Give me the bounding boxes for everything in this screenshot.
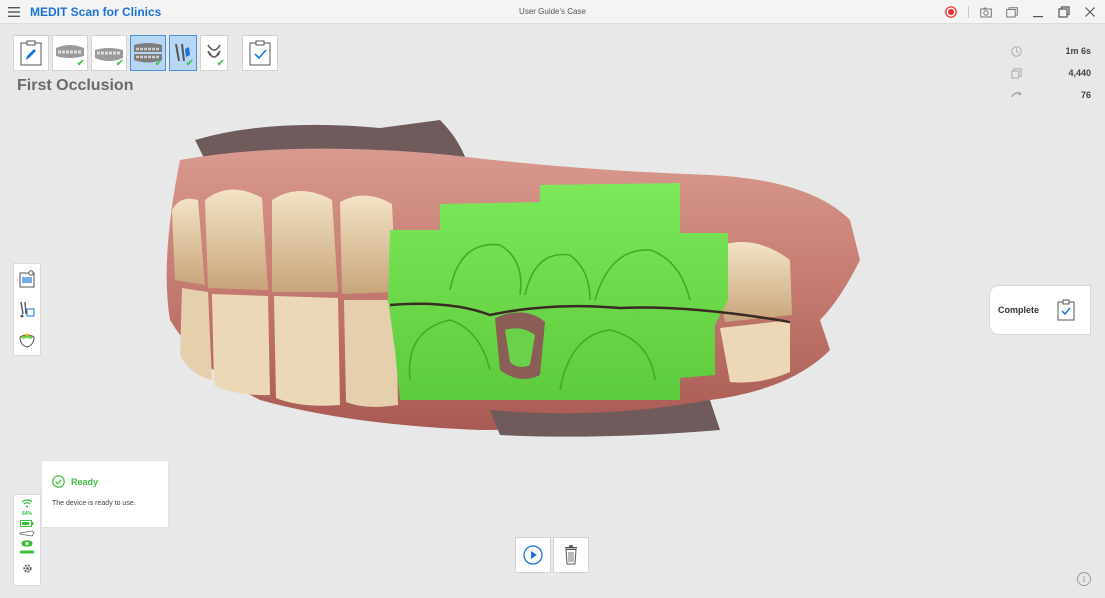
rotate-icon [1011, 91, 1022, 97]
stage-toolbar: ✔ ✔ ✔ ✔ ✔ [13, 35, 278, 71]
left-toolbar [13, 263, 41, 356]
status-bar-icon [20, 550, 34, 554]
stage-edit-info-button[interactable] [13, 35, 49, 71]
complete-button[interactable]: Complete [989, 285, 1091, 335]
scan-stats: 1m 6s 4,440 76 [1011, 40, 1091, 106]
trash-icon [565, 545, 577, 565]
hamburger-menu-icon[interactable] [0, 0, 28, 24]
scan-time: 1m 6s [1065, 46, 1091, 56]
play-button[interactable] [515, 537, 551, 573]
clipboard-check-icon [1057, 299, 1075, 321]
connection-icon [21, 540, 33, 547]
check-icon: ✔ [185, 58, 194, 69]
stage-occlusion-button[interactable]: ✔ [130, 35, 166, 71]
device-panel: 64% [13, 494, 41, 586]
close-icon[interactable] [1081, 3, 1099, 21]
stage-mandible-button[interactable]: ✔ [91, 35, 127, 71]
app-title: MEDIT Scan for Clinics [30, 4, 162, 19]
tooth-view-icon[interactable] [16, 329, 38, 351]
check-icon: ✔ [115, 58, 124, 69]
bite-align-icon[interactable] [16, 298, 38, 320]
window-icon[interactable] [1003, 3, 1021, 21]
check-icon: ✔ [216, 58, 225, 69]
check-circle-icon [52, 475, 65, 488]
scanner-icon [19, 530, 35, 537]
device-status-card: Ready The device is ready to use. [41, 460, 169, 528]
stage-review-button[interactable] [242, 35, 278, 71]
minimize-icon[interactable] [1029, 3, 1047, 21]
title-bar: MEDIT Scan for Clinics User Guide's Case [0, 0, 1105, 24]
wifi-percent: 64% [21, 511, 32, 517]
scan-rate: 76 [1080, 90, 1091, 100]
status-description: The device is ready to use. [52, 500, 136, 507]
gear-icon[interactable] [22, 563, 33, 574]
complete-label: Complete [998, 305, 1040, 315]
case-name: User Guide's Case [519, 7, 586, 16]
battery-icon [20, 520, 34, 527]
delete-button[interactable] [553, 537, 589, 573]
stage-maxilla-button[interactable]: ✔ [52, 35, 88, 71]
check-icon: ✔ [154, 58, 163, 69]
status-title: Ready [71, 476, 99, 487]
stage-occlusion-3-button[interactable]: ✔ [200, 35, 228, 71]
page-title: First Occlusion [17, 77, 134, 94]
check-icon: ✔ [76, 58, 85, 69]
stage-occlusion-2-button[interactable]: ✔ [169, 35, 197, 71]
clipboard-check-icon [249, 40, 271, 66]
shot-count: 4,440 [1068, 68, 1091, 78]
divider [968, 6, 969, 18]
clock-icon [1011, 45, 1022, 57]
scan-controls [515, 537, 589, 573]
pencil-icon [20, 40, 42, 66]
scan-3d-viewport[interactable] [150, 100, 870, 440]
screenshot-icon[interactable] [977, 3, 995, 21]
scan-settings-icon[interactable] [16, 268, 38, 290]
wifi-icon [21, 499, 33, 508]
info-icon[interactable]: i [1077, 572, 1091, 586]
maximize-icon[interactable] [1055, 3, 1073, 21]
record-icon[interactable] [942, 3, 960, 21]
frames-icon [1011, 67, 1022, 78]
play-icon [523, 545, 543, 565]
